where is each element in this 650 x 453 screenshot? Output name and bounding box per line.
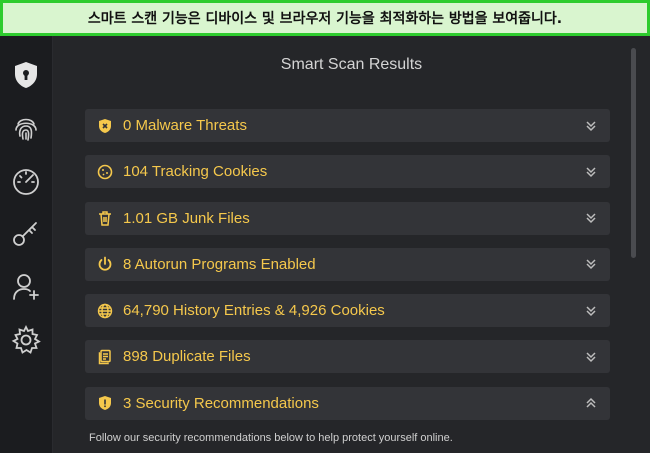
result-label: 8 Autorun Programs Enabled [123, 255, 316, 273]
chevron-down-icon [586, 120, 596, 131]
sidebar-item-identity[interactable] [0, 101, 53, 154]
result-junk-files[interactable]: 1.01 GB Junk Files [85, 201, 610, 235]
add-user-icon [13, 273, 39, 300]
cookie-icon [97, 164, 113, 180]
duplicate-icon [98, 349, 111, 365]
sidebar-item-accounts[interactable] [0, 260, 53, 313]
result-tracking-cookies[interactable]: 104 Tracking Cookies [85, 155, 610, 189]
security-recommendations-description: Follow our security recommendations belo… [89, 432, 453, 444]
caption-banner: 스마트 스캔 기능은 디바이스 및 브라우저 기능을 최적화하는 방법을 보여줍… [0, 0, 650, 36]
chevron-down-icon [586, 306, 596, 316]
caption-text: 스마트 스캔 기능은 디바이스 및 브라우저 기능을 최적화하는 방법을 보여줍… [87, 11, 563, 27]
gear-icon [11, 324, 41, 354]
scrollbar[interactable] [631, 48, 636, 258]
result-label: 0 Malware Threats [123, 117, 247, 134]
globe-icon [97, 303, 113, 318]
chevron-up-icon [586, 398, 596, 408]
fingerprint-icon [15, 118, 37, 141]
trash-icon [99, 211, 111, 226]
chevron-down-icon [586, 213, 596, 224]
result-malware-threats[interactable]: 0 Malware Threats [85, 109, 610, 142]
chevron-down-icon [586, 259, 596, 270]
chevron-down-icon [586, 352, 596, 363]
result-label: 1.01 GB Junk Files [123, 209, 250, 227]
result-label: 3 Security Recommendations [123, 394, 319, 412]
sidebar-item-settings[interactable] [0, 313, 53, 366]
sidebar-item-passwords[interactable] [0, 207, 53, 260]
sidebar [0, 36, 53, 453]
result-autorun-programs[interactable]: 8 Autorun Programs Enabled [85, 247, 610, 281]
results-list: 0 Malware Threats 104 Tracking Cookies 1… [85, 109, 610, 433]
sidebar-item-performance[interactable] [0, 154, 53, 207]
power-icon [98, 256, 112, 272]
app-window: Smart Scan Results 0 Malware Threats 104… [0, 36, 650, 453]
result-label: 64,790 History Entries & 4,926 Cookies [123, 302, 385, 320]
shield-icon [99, 396, 111, 411]
result-history-entries[interactable]: 64,790 History Entries & 4,926 Cookies [85, 294, 610, 328]
sidebar-item-security[interactable] [0, 48, 53, 101]
key-icon [13, 221, 37, 246]
page-title: Smart Scan Results [280, 56, 423, 73]
shield-icon [15, 61, 37, 88]
chevron-down-icon [586, 167, 596, 177]
shield-icon [99, 118, 111, 133]
main-panel: Smart Scan Results 0 Malware Threats 104… [53, 36, 650, 453]
result-security-recommendations[interactable]: 3 Security Recommendations [85, 386, 610, 420]
result-duplicate-files[interactable]: 898 Duplicate Files [85, 340, 610, 374]
result-label: 104 Tracking Cookies [123, 163, 268, 181]
speedometer-icon [13, 168, 39, 195]
result-label: 898 Duplicate Files [123, 348, 251, 366]
